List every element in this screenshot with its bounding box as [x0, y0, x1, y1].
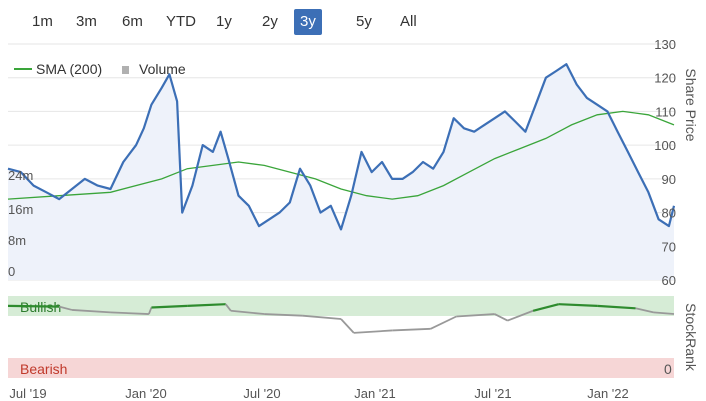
volume-legend-swatch	[122, 66, 129, 74]
stockrank-zero-label: 0	[664, 361, 672, 377]
x-tick-label: Jul '19	[9, 386, 46, 401]
sma-legend-label[interactable]: SMA (200)	[36, 61, 102, 77]
volume-tick-label: 16m	[8, 202, 33, 217]
y-tick-label: 60	[662, 273, 676, 288]
stockrank-segment	[353, 329, 393, 334]
price-chart: 130 120 110 100 90 80 70 60 24m 16m 8m 0 Share Pri…	[7, 37, 699, 401]
y-tick-label: 100	[654, 138, 676, 153]
stockrank-segment	[392, 327, 431, 332]
y-tick-label: 130	[654, 37, 676, 52]
stockrank-segment	[7, 304, 60, 308]
y-tick-label: 120	[654, 71, 676, 86]
x-tick-label: Jul '21	[474, 386, 511, 401]
y-tick-label: 80	[662, 206, 676, 221]
bearish-band	[8, 358, 674, 378]
stockrank-segment	[302, 314, 342, 320]
volume-legend-label[interactable]: Volume	[139, 61, 186, 77]
stockrank-segment	[340, 318, 355, 334]
bearish-label: Bearish	[20, 361, 67, 377]
x-tick-label: Jan '21	[354, 386, 396, 401]
stockrank-segment	[430, 315, 457, 330]
x-tick-label: Jan '20	[125, 386, 167, 401]
x-axis-ticks: Jul '19 Jan '20 Jul '20 Jan '21 Jul '21 Jan '…	[9, 386, 628, 401]
y-tick-label: 90	[662, 172, 676, 187]
price-area	[8, 64, 674, 280]
volume-tick-label: 24m	[8, 168, 33, 183]
stockrank-axis-label: StockRank	[683, 303, 699, 372]
y-tick-label: 70	[662, 239, 676, 254]
volume-tick-label: 8m	[8, 233, 26, 248]
y-axis-label: Share Price	[683, 68, 699, 141]
x-tick-label: Jul '20	[243, 386, 280, 401]
y-tick-label: 110	[655, 104, 676, 119]
x-tick-label: Jan '22	[587, 386, 629, 401]
volume-tick-label: 0	[8, 264, 15, 279]
